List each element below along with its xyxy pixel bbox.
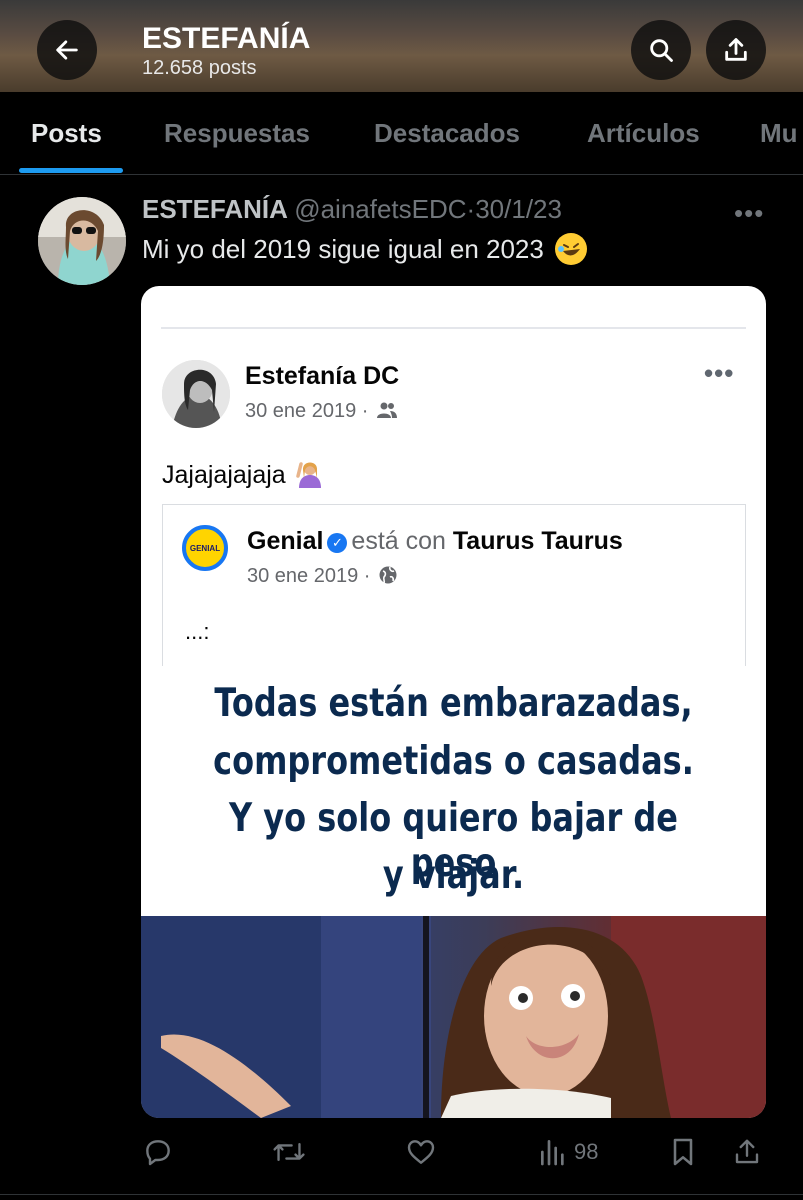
- profile-title: ESTEFANÍA: [142, 22, 311, 55]
- friends-icon: [377, 402, 397, 418]
- avatar[interactable]: [38, 197, 126, 285]
- tweet-actions: 98: [0, 1128, 803, 1178]
- active-tab-indicator: [19, 168, 123, 173]
- profile-header: ESTEFANÍA 12.658 posts: [0, 0, 803, 92]
- views-button[interactable]: 98: [538, 1136, 598, 1168]
- arrow-left-icon: [56, 40, 78, 60]
- shared-with-text: está con: [351, 527, 446, 555]
- profile-tabs: Posts Respuestas Destacados Artículos Mu: [0, 92, 803, 174]
- search-icon: [650, 39, 673, 62]
- more-options-button[interactable]: •••: [734, 198, 764, 229]
- meme-photo: [141, 916, 766, 1118]
- views-icon: [541, 1140, 564, 1166]
- reply-icon: [146, 1140, 170, 1166]
- tweet-display-name: ESTEFANÍA: [142, 194, 287, 224]
- post-count: 12.658 posts: [142, 57, 257, 79]
- share-icon: [725, 38, 747, 61]
- shared-text: ...:: [185, 619, 210, 644]
- meme-line: y viajar.: [382, 853, 525, 898]
- tweet-handle: @ainafetsEDC: [294, 194, 467, 224]
- search-button[interactable]: [631, 20, 691, 80]
- bookmark-button[interactable]: [668, 1136, 698, 1168]
- divider: [0, 1194, 803, 1195]
- repost-icon: [273, 1142, 305, 1162]
- tab-posts[interactable]: Posts: [31, 118, 102, 149]
- divider: [161, 327, 746, 329]
- views-count: 98: [574, 1139, 599, 1164]
- person-raising-hand-emoji: [295, 462, 321, 488]
- tweet-date[interactable]: 30/1/23: [475, 194, 562, 224]
- embedded-author: Estefanía DC: [245, 362, 400, 390]
- tab-multimedia[interactable]: Mu: [760, 118, 798, 149]
- share-profile-button[interactable]: [706, 20, 766, 80]
- repost-button[interactable]: [272, 1136, 306, 1168]
- shared-date-text: 30 ene 2019 ·: [247, 565, 371, 587]
- shared-post-header: Genial ✓ está con Taurus Taurus: [247, 527, 623, 556]
- tweet-text: Mi yo del 2019 sigue igual en 2023: [142, 233, 588, 267]
- genial-logo: GENIAL: [182, 525, 228, 571]
- verified-icon: ✓: [327, 533, 348, 553]
- tweet-author[interactable]: ESTEFANÍA @ainafetsEDC·30/1/23: [142, 194, 562, 225]
- tweet-media[interactable]: Estefanía DC 30 ene 2019 · ••• Jajajajaj…: [141, 286, 766, 1118]
- embedded-date-text: 30 ene 2019 ·: [245, 400, 369, 422]
- globe-icon: [379, 566, 397, 584]
- embedded-more-icon: •••: [704, 358, 735, 388]
- like-button[interactable]: [405, 1136, 437, 1168]
- shared-date: 30 ene 2019 ·: [247, 565, 398, 588]
- meme-line: Todas están embarazadas,: [214, 681, 693, 726]
- bookmark-icon: [673, 1138, 693, 1166]
- divider: [0, 174, 803, 175]
- embedded-date: 30 ene 2019 ·: [245, 400, 398, 423]
- shared-tagged-name: Taurus Taurus: [452, 527, 623, 555]
- meme-line: comprometidas o casadas.: [213, 739, 694, 784]
- meme-text-panel: Todas están embarazadas, comprometidas o…: [141, 666, 766, 916]
- rolling-on-floor-laughing-emoji: [555, 233, 588, 266]
- tab-destacados[interactable]: Destacados: [374, 118, 520, 149]
- shared-post: GENIAL Genial ✓ está con Taurus Taurus 30 …: [162, 504, 746, 675]
- embedded-post-text: Jajajajajaja: [162, 458, 325, 490]
- tweet-text-content: Mi yo del 2019 sigue igual en 2023: [142, 234, 544, 264]
- embedded-avatar: [162, 360, 230, 428]
- reply-button[interactable]: [142, 1136, 174, 1168]
- tweet-separator: ·: [466, 194, 476, 224]
- back-button[interactable]: [37, 20, 97, 80]
- share-icon: [735, 1139, 759, 1164]
- share-button[interactable]: [732, 1136, 762, 1168]
- tab-articulos[interactable]: Artículos: [587, 118, 700, 149]
- tab-respuestas[interactable]: Respuestas: [164, 118, 310, 149]
- embedded-post-text-content: Jajajajajaja: [162, 461, 286, 489]
- shared-page-name: Genial: [247, 527, 324, 555]
- heart-icon: [407, 1140, 435, 1164]
